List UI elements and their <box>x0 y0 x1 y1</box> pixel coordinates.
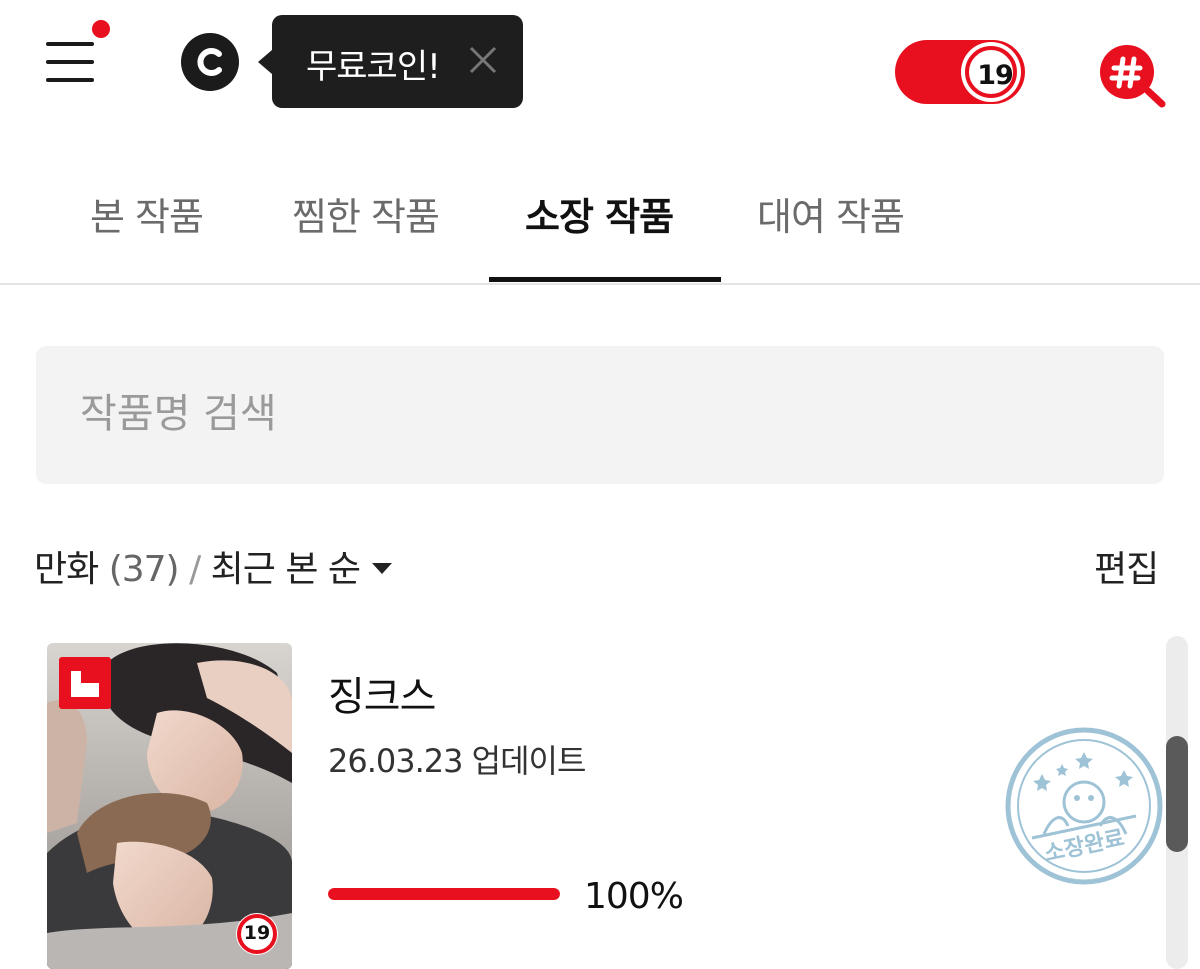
category-label: 만화 <box>34 549 99 590</box>
filter-row[interactable]: 만화 (37) / 최근 본 순 <box>34 540 393 592</box>
tab-viewed[interactable]: 본 작품 <box>90 186 204 241</box>
search-input[interactable] <box>80 384 1080 444</box>
tabs-divider <box>0 283 1200 285</box>
filter-separator: / <box>189 549 201 590</box>
age-19-badge: 19 <box>243 922 271 944</box>
update-info: 26.03.23 업데이트 <box>328 736 587 782</box>
adult-content-toggle[interactable]: 19 <box>895 40 1025 104</box>
menu-icon <box>46 42 94 46</box>
sort-dropdown[interactable]: 최근 본 순 <box>211 549 361 590</box>
close-icon[interactable] <box>468 45 498 75</box>
tab-rented[interactable]: 대여 작품 <box>757 186 905 241</box>
item-title[interactable]: 징크스 <box>328 664 436 722</box>
edit-button[interactable]: 편집 <box>1094 540 1159 592</box>
notification-dot <box>92 20 110 38</box>
active-tab-indicator <box>489 277 721 282</box>
read-progress-fill <box>328 888 560 900</box>
age-19-icon: 19 <box>965 46 1017 98</box>
scrollbar[interactable] <box>1166 636 1188 969</box>
age-19-label: 19 <box>977 60 1014 91</box>
tooltip-arrow <box>258 50 272 74</box>
caret-down-icon[interactable] <box>372 562 393 574</box>
search-box[interactable] <box>36 346 1164 484</box>
hashtag-search-icon[interactable] <box>1096 44 1168 108</box>
menu-icon-bar <box>46 60 94 64</box>
coin-icon[interactable] <box>181 33 239 91</box>
free-coin-tooltip[interactable]: 무료코인! <box>258 15 523 108</box>
toggle-knob: 19 <box>961 42 1021 102</box>
update-date: 26.03.23 <box>328 742 463 780</box>
tab-owned[interactable]: 소장 작품 <box>525 186 674 241</box>
item-count: (37) <box>108 549 180 590</box>
read-progress-bar <box>328 888 560 900</box>
read-progress-text: 100% <box>584 876 684 917</box>
update-label: 업데이트 <box>471 742 587 780</box>
tab-wishlist[interactable]: 찜한 작품 <box>292 186 440 241</box>
cover-thumbnail[interactable]: 19 <box>47 643 292 969</box>
scrollbar-thumb[interactable] <box>1166 736 1188 852</box>
menu-icon-bar <box>46 78 94 82</box>
menu-button[interactable] <box>44 20 110 86</box>
owned-complete-stamp: 소장완료 <box>1004 726 1164 886</box>
tooltip-text: 무료코인! <box>306 47 441 87</box>
